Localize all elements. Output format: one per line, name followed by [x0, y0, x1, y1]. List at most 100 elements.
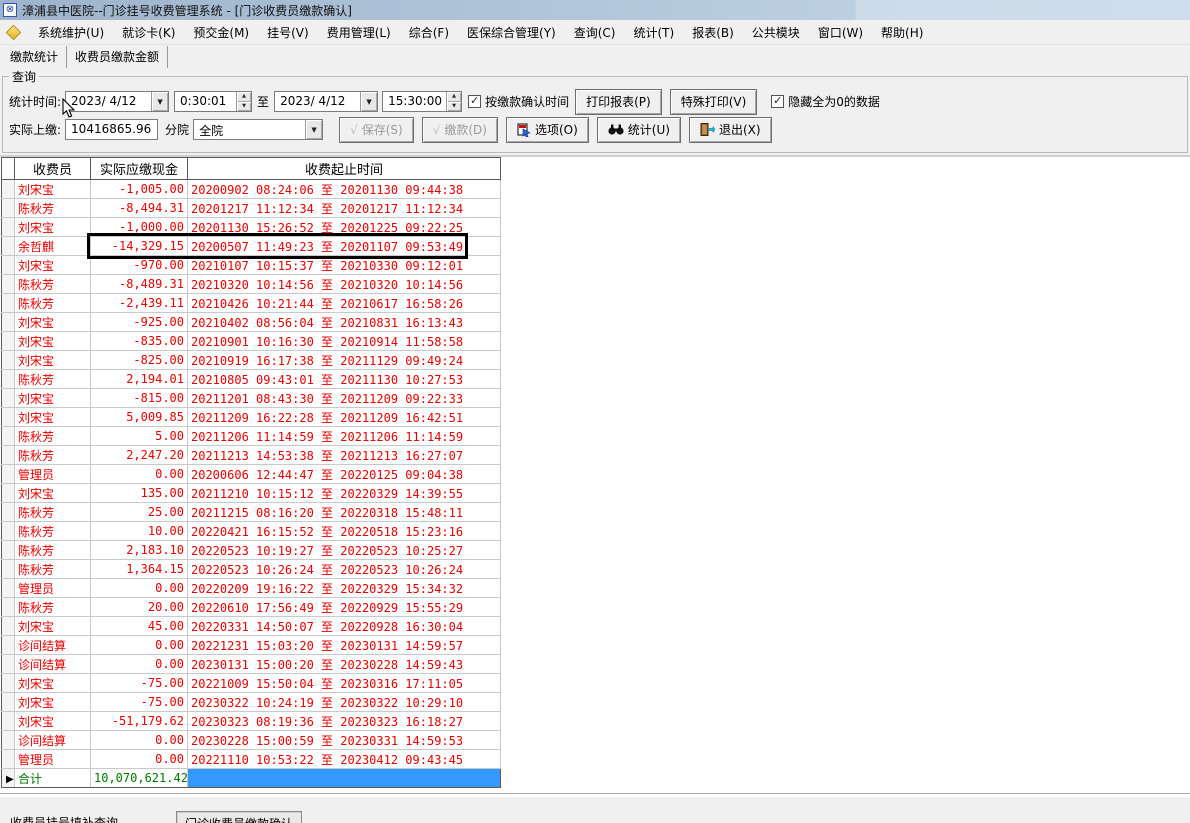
table-row[interactable]: 刘宋宝 -825.00 20210919 16:17:38 至 20211129… — [1, 350, 501, 370]
confirm-time-checkbox[interactable]: ✓ 按缴款确认时间 — [468, 93, 569, 110]
time-range-cell[interactable]: 20220421 16:15:52 至 20220518 15:23:16 — [187, 521, 501, 541]
row-selector-cell[interactable] — [1, 654, 15, 674]
row-selector-cell[interactable] — [1, 635, 15, 655]
cashier-name-cell[interactable]: 刘宋宝 — [14, 616, 91, 636]
time-range-cell[interactable]: 20210919 16:17:38 至 20211129 09:49:24 — [187, 350, 501, 370]
table-row[interactable]: 陈秋芳 1,364.15 20220523 10:26:24 至 2022052… — [1, 559, 501, 579]
cash-amount-cell[interactable]: 20.00 — [90, 597, 188, 617]
time-range-cell[interactable]: 20210107 10:15:37 至 20210330 09:12:01 — [187, 255, 501, 275]
cashier-name-cell[interactable]: 陈秋芳 — [14, 426, 91, 446]
cash-amount-cell[interactable]: 2,194.01 — [90, 369, 188, 389]
cashier-name-cell[interactable]: 刘宋宝 — [14, 217, 91, 237]
cashier-name-cell[interactable]: 诊间结算 — [14, 635, 91, 655]
time-range-cell[interactable]: 20221009 15:50:04 至 20230316 17:11:05 — [187, 673, 501, 693]
time-range-cell[interactable]: 20210901 10:16:30 至 20210914 11:58:58 — [187, 331, 501, 351]
cashier-name-cell[interactable]: 刘宋宝 — [14, 350, 91, 370]
row-selector-cell[interactable] — [1, 464, 15, 484]
menu-item[interactable]: 查询(C) — [565, 21, 625, 44]
cash-amount-cell[interactable]: -2,439.11 — [90, 293, 188, 313]
table-row[interactable]: 刘宋宝 -1,000.00 20201130 15:26:52 至 202012… — [1, 217, 501, 237]
table-row[interactable]: 管理员 0.00 20221110 10:53:22 至 20230412 09… — [1, 749, 501, 769]
table-row[interactable]: 刘宋宝 -970.00 20210107 10:15:37 至 20210330… — [1, 255, 501, 275]
options-button[interactable]: 选项(O) — [505, 116, 589, 143]
time-range-cell[interactable]: 20230323 08:19:36 至 20230323 16:18:27 — [187, 711, 501, 731]
menu-item[interactable]: 预交金(M) — [184, 21, 258, 44]
date-from-dropdown-icon[interactable]: ▼ — [151, 92, 169, 111]
cash-amount-cell[interactable]: -970.00 — [90, 255, 188, 275]
cash-amount-cell[interactable]: 1,364.15 — [90, 559, 188, 579]
table-row[interactable]: 刘宋宝 -75.00 20230322 10:24:19 至 20230322 … — [1, 692, 501, 712]
table-row[interactable]: 管理员 0.00 20200606 12:44:47 至 20220125 09… — [1, 464, 501, 484]
cash-amount-cell[interactable]: -14,329.15 — [90, 236, 188, 256]
row-selector-cell[interactable] — [1, 502, 15, 522]
cashier-name-cell[interactable]: 陈秋芳 — [14, 597, 91, 617]
tab-active[interactable]: 缴款统计 — [2, 46, 68, 68]
cash-amount-cell[interactable]: -815.00 — [90, 388, 188, 408]
stats-button[interactable]: 统计(U) — [596, 116, 681, 143]
time-range-cell[interactable]: 20230228 15:00:59 至 20230331 14:59:53 — [187, 730, 501, 750]
menu-item[interactable]: 费用管理(L) — [318, 21, 400, 44]
time-range-cell[interactable]: 20211213 14:53:38 至 20211213 16:27:07 — [187, 445, 501, 465]
row-selector-cell[interactable] — [1, 749, 15, 769]
menu-item[interactable]: 系统维护(U) — [29, 21, 113, 44]
date-to-picker[interactable]: 2023/ 4/12 ▼ — [274, 91, 379, 112]
time-range-cell[interactable]: 20210426 10:21:44 至 20210617 16:58:26 — [187, 293, 501, 313]
table-row[interactable]: 陈秋芳 2,247.20 20211213 14:53:38 至 2021121… — [1, 445, 501, 465]
spin-up-icon[interactable]: ▲ — [237, 92, 252, 102]
cashier-name-cell[interactable]: 刘宋宝 — [14, 331, 91, 351]
row-selector-cell[interactable] — [1, 179, 15, 199]
time-range-cell[interactable]: 20221110 10:53:22 至 20230412 09:43:45 — [187, 749, 501, 769]
cash-amount-cell[interactable]: -1,000.00 — [90, 217, 188, 237]
time-to-spinner[interactable]: 15:30:00 ▲ ▼ — [382, 91, 463, 112]
time-from-spinner[interactable]: 0:30:01 ▲ ▼ — [174, 91, 253, 112]
time-range-cell[interactable]: 20200606 12:44:47 至 20220125 09:04:38 — [187, 464, 501, 484]
taskbar-item[interactable]: 门诊收费员缴款确认 — [176, 811, 303, 823]
cash-amount-cell[interactable]: 2,183.10 — [90, 540, 188, 560]
row-selector-cell[interactable] — [1, 407, 15, 427]
save-button[interactable]: √ 保存(S) — [339, 116, 414, 143]
table-row[interactable]: 刘宋宝 -925.00 20210402 08:56:04 至 20210831… — [1, 312, 501, 332]
row-selector-cell[interactable] — [1, 331, 15, 351]
actual-paid-input[interactable]: 10416865.96 — [65, 119, 159, 140]
table-row[interactable]: 刘宋宝 135.00 20211210 10:15:12 至 20220329 … — [1, 483, 501, 503]
row-selector-cell[interactable] — [1, 445, 15, 465]
cash-amount-cell[interactable]: -1,005.00 — [90, 179, 188, 199]
table-row[interactable]: 刘宋宝 -1,005.00 20200902 08:24:06 至 202011… — [1, 179, 501, 199]
cashier-name-cell[interactable]: 刘宋宝 — [14, 179, 91, 199]
cash-amount-cell[interactable]: -925.00 — [90, 312, 188, 332]
menu-item[interactable]: 挂号(V) — [258, 21, 318, 44]
cash-amount-cell[interactable]: -75.00 — [90, 692, 188, 712]
cashier-name-cell[interactable]: 陈秋芳 — [14, 521, 91, 541]
pay-button[interactable]: √ 缴款(D) — [421, 116, 498, 143]
branch-select[interactable]: 全院 ▼ — [193, 119, 324, 140]
time-to-spin-buttons[interactable]: ▲ ▼ — [446, 92, 462, 111]
cashier-name-cell[interactable]: 陈秋芳 — [14, 540, 91, 560]
cashier-name-cell[interactable]: 管理员 — [14, 578, 91, 598]
menu-item[interactable]: 统计(T) — [624, 21, 683, 44]
time-range-cell[interactable]: 20211215 08:16:20 至 20220318 15:48:11 — [187, 502, 501, 522]
time-range-cell[interactable]: 20211209 16:22:28 至 20211209 16:42:51 — [187, 407, 501, 427]
cash-amount-cell[interactable]: 25.00 — [90, 502, 188, 522]
hide-zero-checkbox[interactable]: ✓ 隐藏全为0的数据 — [771, 93, 880, 110]
cashier-name-cell[interactable]: 刘宋宝 — [14, 483, 91, 503]
table-row[interactable]: 刘宋宝 -51,179.62 20230323 08:19:36 至 20230… — [1, 711, 501, 731]
special-print-button[interactable]: 特殊打印(V) — [669, 88, 758, 115]
row-selector-cell[interactable] — [1, 673, 15, 693]
print-report-button[interactable]: 打印报表(P) — [575, 88, 662, 115]
cashier-name-cell[interactable]: 刘宋宝 — [14, 673, 91, 693]
exit-button[interactable]: 退出(X) — [688, 116, 772, 143]
table-row[interactable]: 刘宋宝 5,009.85 20211209 16:22:28 至 2021120… — [1, 407, 501, 427]
menu-item[interactable]: 公共模块 — [743, 21, 809, 44]
table-row[interactable]: 陈秋芳 10.00 20220421 16:15:52 至 20220518 1… — [1, 521, 501, 541]
menu-item[interactable]: 综合(F) — [400, 21, 458, 44]
table-row[interactable]: 刘宋宝 -835.00 20210901 10:16:30 至 20210914… — [1, 331, 501, 351]
menu-item[interactable]: 报表(B) — [683, 21, 743, 44]
cashier-name-cell[interactable]: 管理员 — [14, 749, 91, 769]
table-row[interactable]: 陈秋芳 -8,489.31 20210320 10:14:56 至 202103… — [1, 274, 501, 294]
row-selector-cell[interactable] — [1, 426, 15, 446]
col-header-time[interactable]: 收费起止时间 — [187, 157, 501, 180]
cashier-name-cell[interactable]: 刘宋宝 — [14, 711, 91, 731]
cash-amount-cell[interactable]: 0.00 — [90, 578, 188, 598]
row-selector-cell[interactable] — [1, 483, 15, 503]
row-selector-cell[interactable] — [1, 274, 15, 294]
